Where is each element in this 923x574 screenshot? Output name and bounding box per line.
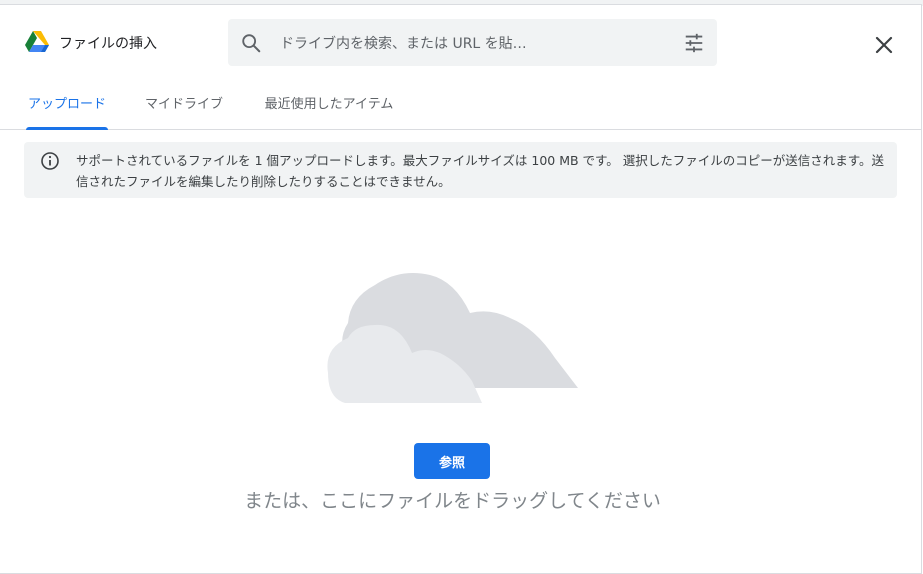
tab-bar: アップロード マイドライブ 最近使用したアイテム <box>0 81 921 130</box>
tab-my-drive[interactable]: マイドライブ <box>141 81 227 129</box>
search-input[interactable] <box>278 29 662 58</box>
info-text: サポートされているファイルを 1 個アップロードします。最大ファイルサイズは 1… <box>76 153 885 189</box>
info-icon <box>41 152 59 170</box>
close-icon[interactable] <box>872 33 896 57</box>
tab-upload[interactable]: アップロード <box>26 81 108 129</box>
browse-button[interactable]: 参照 <box>414 443 490 479</box>
insert-file-dialog: ファイルの挿入 アップロード <box>0 4 922 574</box>
tab-recent[interactable]: 最近使用したアイテム <box>258 81 400 129</box>
tune-icon[interactable] <box>683 32 705 54</box>
google-drive-icon <box>25 31 49 52</box>
cloud-illustration <box>327 272 578 403</box>
info-banner: サポートされているファイルを 1 個アップロードします。最大ファイルサイズは 1… <box>24 142 897 198</box>
dialog-title: ファイルの挿入 <box>59 36 157 52</box>
drag-drop-hint: または、ここにファイルをドラッグしてください <box>244 490 661 512</box>
dialog-header: ファイルの挿入 <box>0 5 921 81</box>
search-box[interactable] <box>228 19 717 66</box>
active-tab-indicator <box>26 127 108 130</box>
search-icon[interactable] <box>240 32 262 54</box>
